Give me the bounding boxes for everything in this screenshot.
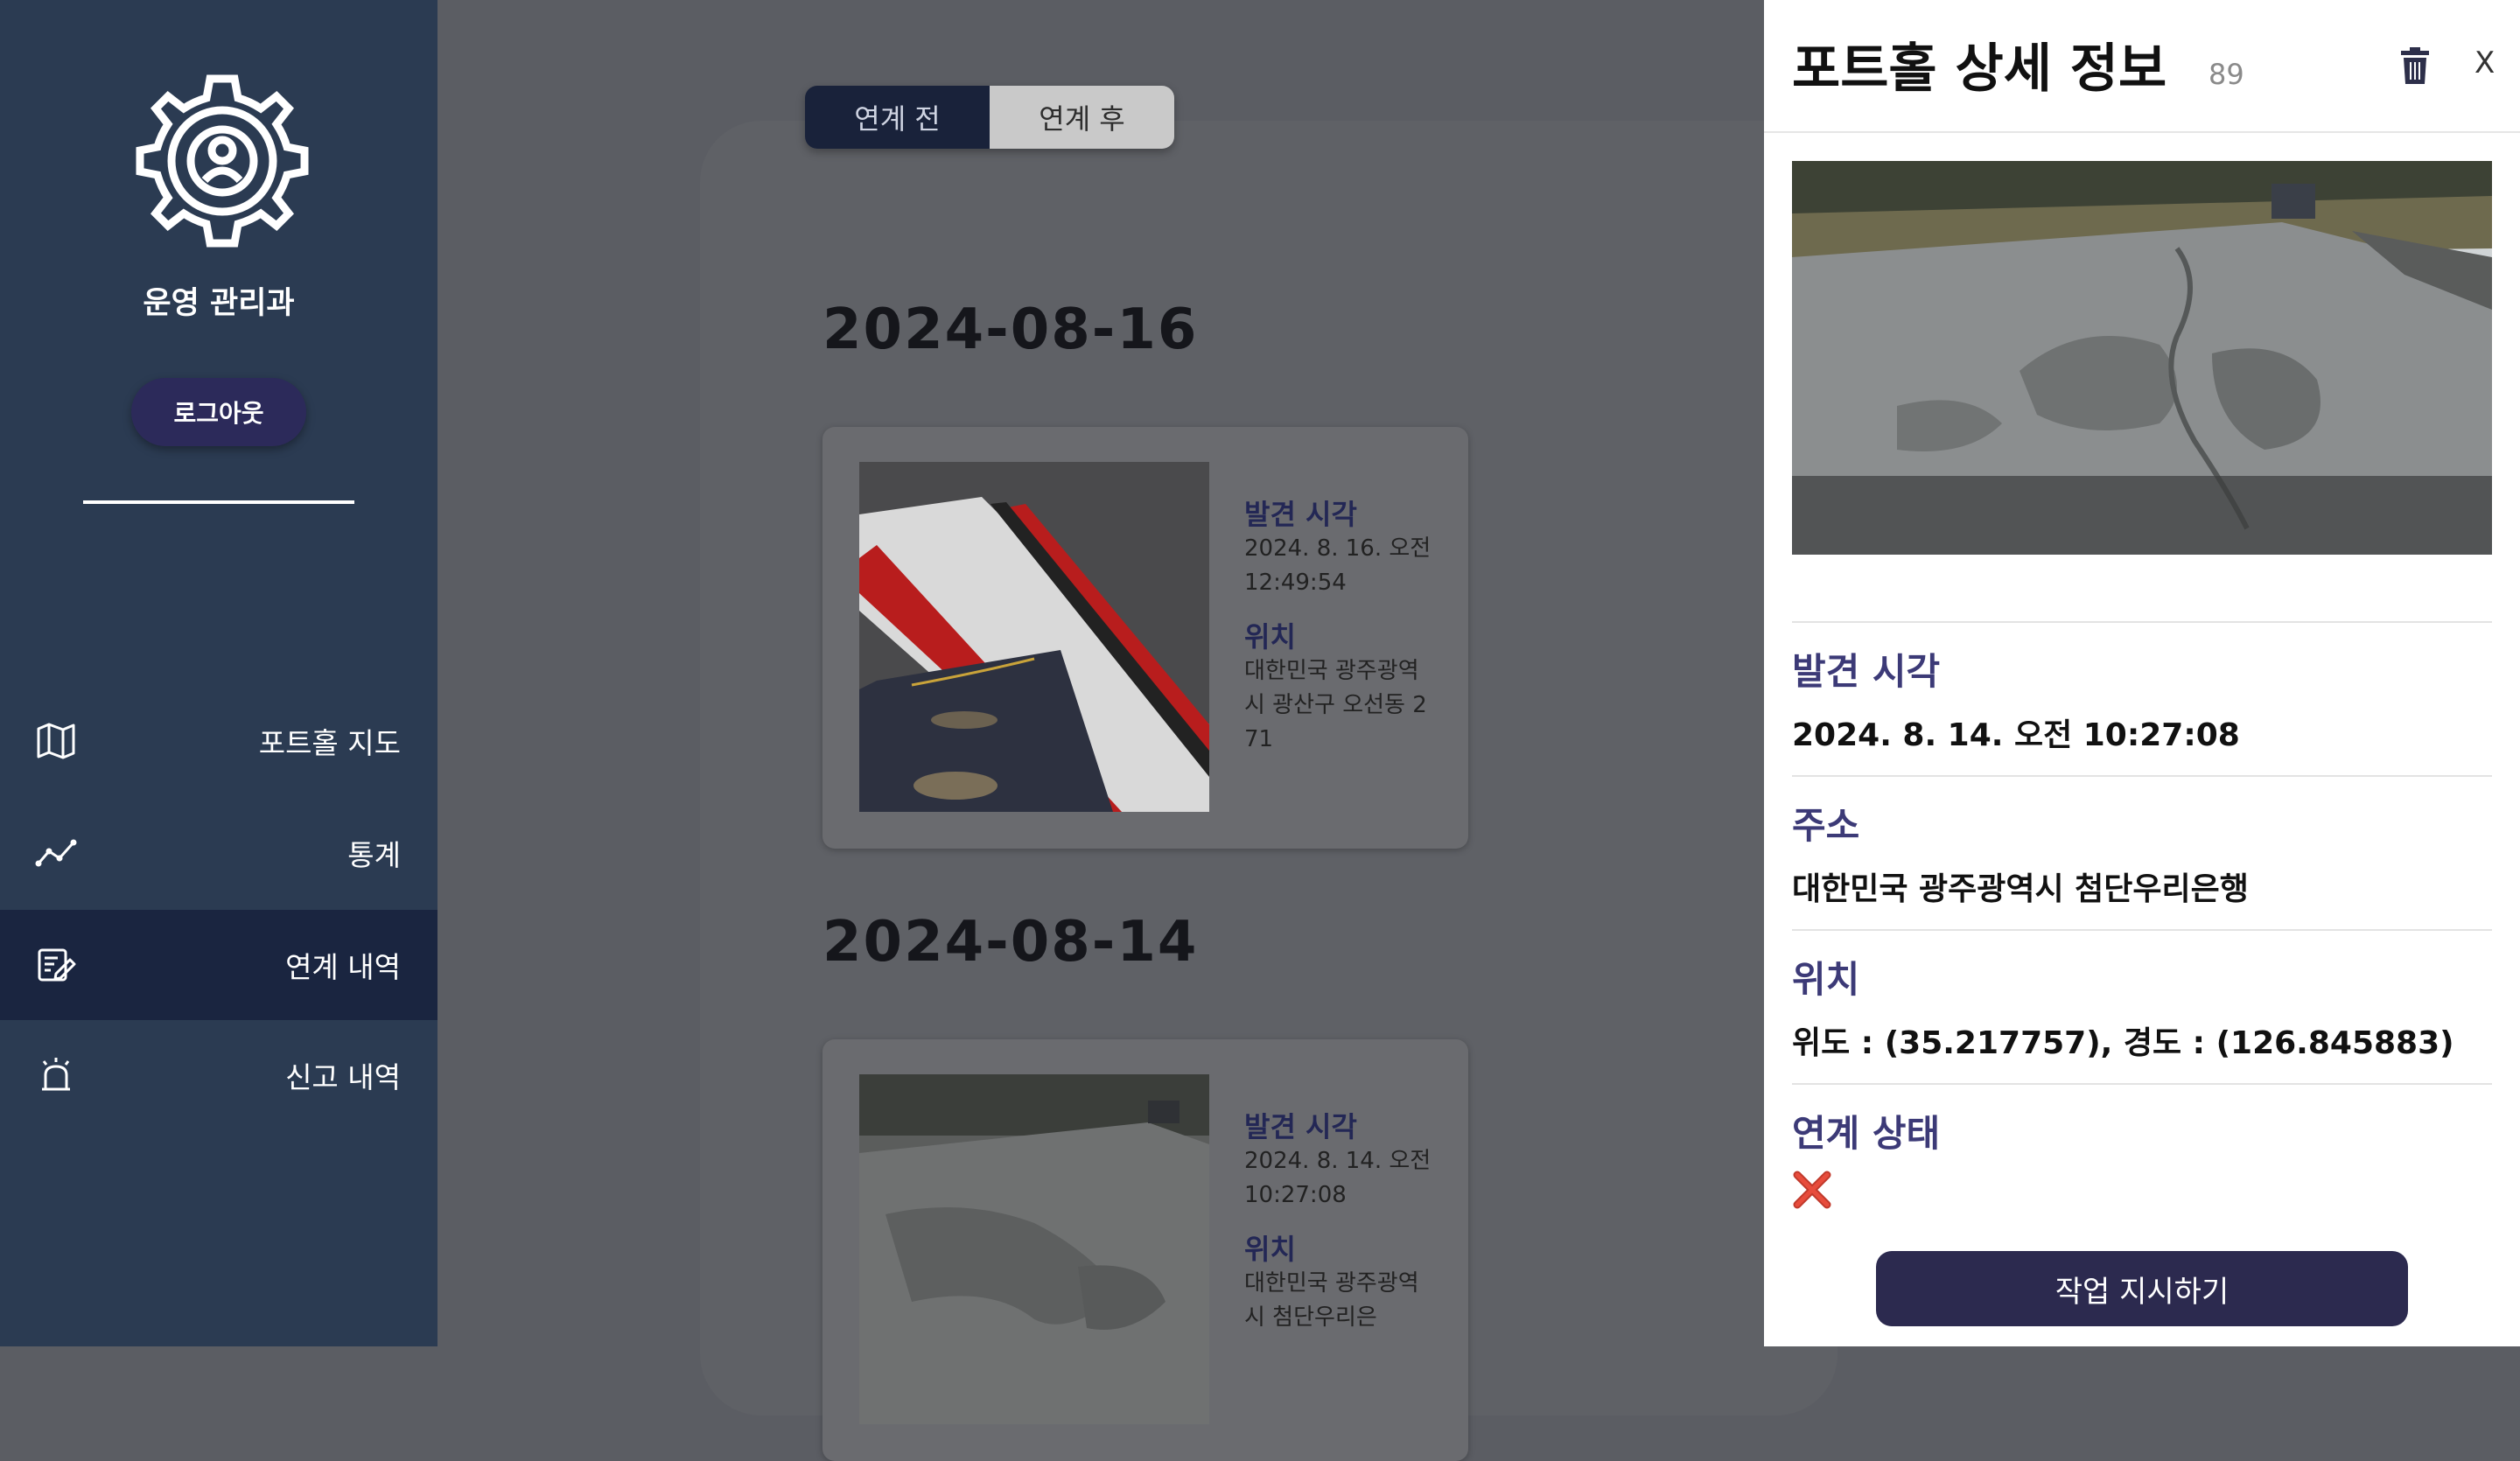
location-value: 위도 : (35.217757), 경도 : (126.845883) [1792, 1025, 2454, 1061]
drawer-title: 포트홀 상세 정보 [1792, 38, 2167, 100]
location-label: 위치 [1792, 958, 1860, 1001]
card-info: 발견 시각 2024. 8. 14. 오전 10:27:08 위치 대한민국 광… [1244, 1109, 1437, 1354]
location-value: 대한민국 광주광역시 첨단우리은 [1244, 1270, 1419, 1331]
org-name: 운영 관리과 [143, 286, 295, 321]
pothole-detail-photo [1792, 161, 2492, 555]
found-time-value: 2024. 8. 14. 오전 10:27:08 [1792, 717, 2240, 753]
logout-button[interactable]: 로그아웃 [131, 378, 306, 446]
toggle-before-button[interactable]: 연계 전 [805, 86, 990, 149]
edit-note-icon [38, 948, 76, 982]
found-time-value: 2024. 8. 16. 오전 12:49:54 [1244, 535, 1432, 596]
location-section: 위치 위도 : (35.217757), 경도 : (126.845883) [1792, 929, 2492, 1063]
location-label: 위치 [1244, 620, 1296, 654]
found-time-label: 발견 시각 [1244, 1110, 1357, 1143]
pothole-photo [859, 1074, 1209, 1424]
sidebar-item-link-history[interactable]: 연계 내역 [0, 910, 438, 1020]
close-icon[interactable]: X [2474, 45, 2495, 80]
pothole-detail-drawer: 포트홀 상세 정보 89 X 발견 시각 2024. 8. 14. 오전 10:… [1764, 0, 2520, 1346]
date-heading: 2024-08-14 [822, 910, 1199, 975]
map-icon [37, 723, 75, 759]
card-info: 발견 시각 2024. 8. 16. 오전 12:49:54 위치 대한민국 광… [1244, 497, 1437, 776]
line-chart-icon [35, 839, 77, 867]
pothole-card[interactable]: 발견 시각 2024. 8. 16. 오전 12:49:54 위치 대한민국 광… [822, 427, 1468, 849]
pothole-photo [859, 462, 1209, 812]
siren-icon [42, 1058, 70, 1091]
toggle-after-button[interactable]: 연계 후 [990, 86, 1174, 149]
date-heading: 2024-08-16 [822, 297, 1199, 362]
gear-logo-icon [136, 74, 309, 248]
drawer-header: 포트홀 상세 정보 89 X [1764, 0, 2520, 133]
address-label: 주소 [1792, 804, 1860, 847]
sidebar: 운영 관리과 로그아웃 포트홀 지도 통계 연계 내역 신고 내역 [0, 0, 438, 1346]
sidebar-item-report-history[interactable]: 신고 내역 [0, 1020, 438, 1130]
found-time-label: 발견 시각 [1244, 498, 1357, 531]
trash-icon[interactable] [2398, 45, 2432, 86]
sidebar-item-label: 신고 내역 [285, 1060, 401, 1094]
found-time-value: 2024. 8. 14. 오전 10:27:08 [1244, 1148, 1432, 1208]
link-status-section: 연계 상태 [1792, 1083, 2492, 1213]
sidebar-item-pothole-map[interactable]: 포트홀 지도 [0, 686, 438, 796]
found-time-label: 발견 시각 [1792, 650, 1941, 693]
address-value: 대한민국 광주광역시 첨단우리은행 [1792, 871, 2249, 907]
address-section: 주소 대한민국 광주광역시 첨단우리은행 [1792, 775, 2492, 909]
sidebar-item-label: 연계 내역 [285, 950, 401, 984]
found-time-section: 발견 시각 2024. 8. 14. 오전 10:27:08 [1792, 621, 2492, 755]
pothole-card[interactable]: 발견 시각 2024. 8. 14. 오전 10:27:08 위치 대한민국 광… [822, 1039, 1468, 1461]
link-status-toggle: 연계 전 연계 후 [805, 86, 1174, 149]
pothole-id: 89 [2208, 58, 2244, 91]
sidebar-item-statistics[interactable]: 통계 [0, 798, 438, 908]
sidebar-item-label: 포트홀 지도 [258, 726, 401, 760]
work-order-button[interactable]: 작업 지시하기 [1876, 1251, 2408, 1326]
location-value: 대한민국 광주광역시 광산구 오선동 271 [1244, 658, 1427, 752]
link-status-label: 연계 상태 [1792, 1112, 1941, 1155]
sidebar-item-label: 통계 [347, 838, 401, 872]
cross-mark-icon [1793, 1171, 1831, 1209]
sidebar-divider [83, 500, 354, 504]
location-label: 위치 [1244, 1233, 1296, 1266]
